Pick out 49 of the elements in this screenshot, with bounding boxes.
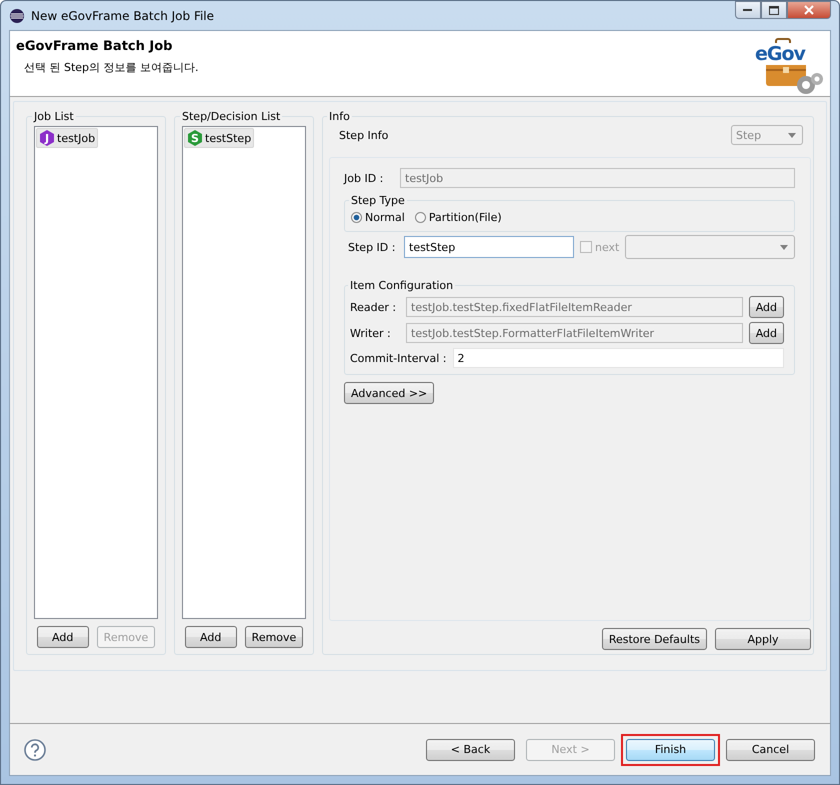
radio-button[interactable]	[414, 212, 426, 222]
path-field[interactable]: testJob.testStep.FormatterFlatFileItemWriter	[406, 323, 743, 343]
minimize-icon	[743, 8, 753, 12]
group-title: Job List	[32, 110, 75, 123]
remove-button[interactable]: Remove	[244, 626, 304, 648]
logo: eGov	[754, 43, 806, 65]
add-button[interactable]: Add	[748, 322, 784, 344]
badge: S	[187, 130, 203, 146]
back-button[interactable]: < Back	[426, 738, 515, 760]
checkbox-label: next	[595, 240, 620, 254]
add-button[interactable]: Add	[748, 296, 784, 318]
section-title: Step Info	[339, 128, 388, 142]
group-title: Item Configuration	[349, 279, 454, 292]
badge: J	[39, 130, 55, 146]
window-title: New eGovFrame Batch Job File	[31, 8, 216, 22]
close-button[interactable]	[787, 1, 831, 19]
radio-button[interactable]	[351, 212, 362, 222]
help-icon[interactable]	[24, 738, 46, 760]
maximize-icon	[769, 6, 779, 14]
field-label: Commit-Interval :	[350, 352, 447, 364]
group-title: Step/Decision List	[181, 110, 282, 123]
minimize-button[interactable]	[735, 1, 761, 19]
commit-interval-field[interactable]: 2	[452, 348, 784, 368]
caret-icon	[780, 244, 788, 250]
add-button[interactable]: Add	[184, 626, 237, 648]
list-item[interactable]: J testJob	[36, 128, 98, 148]
cancel-button[interactable]: Cancel	[726, 738, 815, 760]
step-id-field[interactable]: testStep	[404, 236, 574, 258]
group-title: Step Type	[350, 194, 406, 207]
finish-button[interactable]: Finish	[626, 738, 715, 760]
page-title: eGovFrame Batch Job	[16, 39, 174, 54]
group-title: Info	[328, 110, 351, 123]
field-label: Job ID :	[344, 172, 384, 184]
field-label: Step ID :	[348, 240, 396, 254]
restore-defaults-button[interactable]: Restore Defaults	[602, 628, 707, 650]
caret-icon	[788, 132, 796, 138]
radio-label: Partition(File)	[428, 210, 502, 224]
field-label: Reader :	[350, 300, 398, 314]
close-icon	[804, 5, 814, 15]
advanced-button[interactable]: Advanced >>	[344, 382, 434, 404]
radio-label: Normal	[365, 210, 405, 224]
page-description: 선택 된 Step의 정보를 보여줍니다.	[24, 60, 199, 75]
maximize-button[interactable]	[761, 1, 787, 19]
apply-button[interactable]: Apply	[715, 628, 811, 650]
list-item[interactable]: S testStep	[184, 128, 254, 148]
app-icon	[9, 8, 25, 24]
field-label: Writer :	[350, 326, 392, 340]
path-field[interactable]: testJob.testStep.fixedFlatFileItemReader	[406, 297, 743, 317]
add-button[interactable]: Add	[36, 626, 89, 648]
